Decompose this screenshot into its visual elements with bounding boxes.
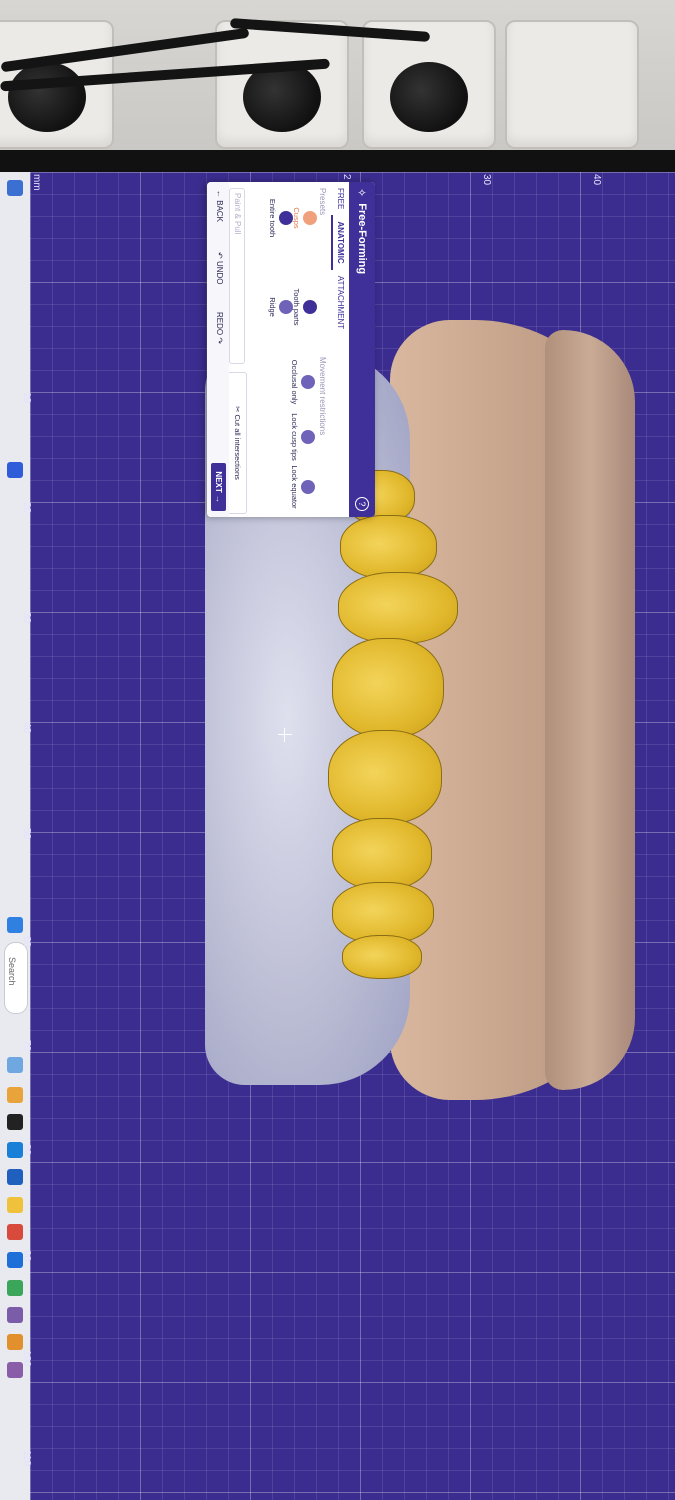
panel-title: Free-Forming xyxy=(356,203,368,275)
ruler-tick: 20 xyxy=(21,502,32,514)
ruler-tick: 40 xyxy=(21,722,32,734)
copilot-icon[interactable] xyxy=(7,1087,23,1103)
crown-tooth[interactable] xyxy=(332,638,444,738)
movement-heading: Movement restrictions xyxy=(318,357,327,436)
ruler-tick: 40 xyxy=(591,174,602,186)
ridge-icon xyxy=(279,300,293,314)
undo-icon: ↶ xyxy=(215,252,224,261)
cusps-icon xyxy=(303,211,317,225)
preset-entire-tooth[interactable]: Entire tooth xyxy=(268,188,293,248)
ruler-tick: 60 xyxy=(21,936,32,948)
magic-wand-icon: ✧ xyxy=(355,188,368,198)
windows-start-icon[interactable] xyxy=(7,462,23,478)
ruler-tick: 110 xyxy=(21,1450,32,1466)
ruler-tick: 30 xyxy=(21,612,32,624)
free-forming-panel-container: ✧ Free-Forming ? FREE ANATOMIC ATTACHMEN… xyxy=(40,182,375,517)
redo-icon: ↷ xyxy=(215,335,224,345)
app-icon[interactable] xyxy=(7,1307,23,1323)
crown-tooth[interactable] xyxy=(342,935,422,979)
help-icon[interactable]: ? xyxy=(355,497,369,511)
arrow-left-icon: ← xyxy=(215,190,224,201)
power-plug xyxy=(8,62,86,132)
tab-bar: FREE ANATOMIC ATTACHMENT xyxy=(331,182,349,517)
ruler-tick: 90 xyxy=(21,1250,32,1262)
back-button[interactable]: ← BACK xyxy=(215,190,224,222)
windows-logo-icon[interactable] xyxy=(7,917,23,933)
app-icon[interactable] xyxy=(7,1224,23,1240)
ruler-tick: 80 xyxy=(21,1144,32,1156)
preset-ridge[interactable]: Ridge xyxy=(268,277,293,337)
panel-footer: ← BACK ↶ UNDO REDO ↷ NEXT → xyxy=(207,182,229,517)
file-icon[interactable] xyxy=(7,1114,23,1130)
crown-tooth[interactable] xyxy=(338,572,458,644)
crown-tooth[interactable] xyxy=(340,515,437,579)
ruler-tick: 30 xyxy=(481,174,492,186)
restriction-lock-equator[interactable]: Lock equator xyxy=(290,457,315,517)
app-icon[interactable] xyxy=(7,1334,23,1350)
cut-all-intersections-button[interactable]: ✂ Cut all intersections xyxy=(227,372,247,514)
tab-anatomic[interactable]: ANATOMIC xyxy=(331,215,349,270)
paint-pull-select[interactable]: Paint & Pull xyxy=(229,188,245,364)
entire-tooth-icon xyxy=(279,211,293,225)
ruler-tick: 50 xyxy=(21,828,32,840)
tooth-parts-icon xyxy=(303,300,317,314)
preset-cusps[interactable]: Cusps xyxy=(292,188,317,248)
power-plug xyxy=(390,62,468,132)
app-icon[interactable] xyxy=(7,180,23,196)
crown-tooth[interactable] xyxy=(332,818,432,890)
wall-background xyxy=(0,0,675,165)
crown-tooth[interactable] xyxy=(328,730,442,824)
tab-free[interactable]: FREE xyxy=(331,182,349,215)
widgets-icon[interactable] xyxy=(7,1057,23,1073)
ruler-tick: 10 xyxy=(21,392,32,404)
cursor-crosshair xyxy=(278,728,292,742)
lock-cusp-icon xyxy=(301,430,315,444)
redo-button[interactable]: REDO ↷ xyxy=(215,312,224,344)
taskbar-search[interactable]: Search xyxy=(4,942,28,1014)
arrow-right-icon: → xyxy=(214,492,223,503)
store-icon[interactable] xyxy=(7,1169,23,1185)
preset-tooth-parts[interactable]: Tooth parts xyxy=(292,277,317,337)
next-button[interactable]: NEXT → xyxy=(211,463,226,511)
occlusal-icon xyxy=(301,375,315,389)
chrome-icon[interactable] xyxy=(7,1280,23,1296)
ruler-tick: 100 xyxy=(21,1350,32,1367)
tab-attachment[interactable]: ATTACHMENT xyxy=(331,270,349,335)
free-forming-panel: ✧ Free-Forming ? FREE ANATOMIC ATTACHMEN… xyxy=(207,182,375,517)
model-base-ring xyxy=(545,330,635,1090)
panel-header: ✧ Free-Forming ? xyxy=(349,182,375,517)
presets-heading: Presets xyxy=(318,188,327,216)
ruler-tick: 2 xyxy=(341,174,352,180)
ruler-tick: 70 xyxy=(21,1040,32,1052)
restriction-occlusal-only[interactable]: Occlusal only xyxy=(290,352,315,412)
folder-icon[interactable] xyxy=(7,1197,23,1213)
lock-equator-icon xyxy=(301,480,315,494)
power-socket xyxy=(505,20,639,149)
undo-button[interactable]: ↶ UNDO xyxy=(215,252,224,285)
